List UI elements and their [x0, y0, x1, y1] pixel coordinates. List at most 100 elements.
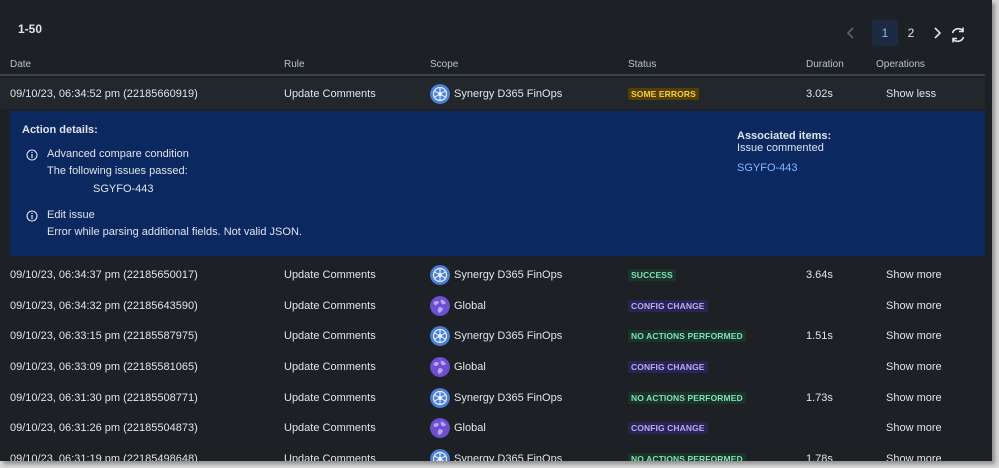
show-more-button[interactable]: Show more	[886, 443, 942, 462]
info-icon	[26, 149, 38, 161]
table-row[interactable]: 09/10/23, 06:33:15 pm (22185587975) Updat…	[0, 320, 985, 351]
row-scope: Synergy D365 FinOps	[430, 259, 562, 290]
status-badge: NO ACTIONS PERFORMED	[628, 329, 746, 342]
row-status: SUCCESS	[628, 259, 676, 290]
column-rule[interactable]: Rule	[284, 59, 305, 70]
refresh-button[interactable]	[949, 26, 967, 44]
next-page-button[interactable]	[924, 20, 950, 46]
action-details-panel: Action details: Advanced compare conditi…	[10, 111, 985, 256]
action-item-compare-title: Advanced compare condition	[47, 148, 189, 160]
row-rule: Update Comments	[284, 87, 376, 100]
row-scope-label: Synergy D365 FinOps	[454, 87, 563, 100]
row-status: CONFIG CHANGE	[628, 290, 708, 321]
row-date: 09/10/23, 06:33:09 pm (22185581065)	[10, 360, 198, 373]
row-scope: Synergy D365 FinOps	[430, 320, 562, 351]
project-icon	[430, 325, 450, 346]
row-scope-label: Global	[454, 299, 486, 312]
previous-page-button[interactable]	[840, 20, 862, 46]
result-range-label: 1-50	[18, 22, 43, 36]
row-status: NO ACTIONS PERFORMED	[628, 320, 746, 351]
table-header: Date Rule Scope Status Duration Operatio…	[0, 56, 985, 76]
globe-icon	[430, 356, 450, 377]
row-date: 09/10/23, 06:34:32 pm (22185643590)	[10, 299, 198, 312]
row-scope: Global	[430, 351, 486, 382]
show-more-button[interactable]: Show more	[886, 382, 942, 413]
row-date: 09/10/23, 06:31:30 pm (22185508771)	[10, 391, 198, 404]
row-duration: 1.73s	[806, 391, 833, 404]
row-scope-label: Global	[454, 360, 486, 373]
row-duration: 1.51s	[806, 329, 833, 342]
associated-items-title: Associated items:	[737, 130, 832, 142]
row-duration: 1.78s	[806, 452, 833, 462]
table-row[interactable]: 09/10/23, 06:34:32 pm (22185643590) Updat…	[0, 290, 985, 321]
page-2-button[interactable]: 2	[898, 20, 924, 46]
status-badge: CONFIG CHANGE	[628, 421, 708, 434]
show-less-button[interactable]: Show less	[886, 78, 936, 109]
column-date[interactable]: Date	[10, 59, 31, 70]
column-duration[interactable]: Duration	[806, 59, 844, 70]
action-item-edit-error: Error while parsing additional fields. N…	[47, 226, 302, 238]
row-rule: Update Comments	[284, 452, 376, 462]
table-row-expanded[interactable]: 09/10/23, 06:34:52 pm (22185660919) Upda…	[0, 78, 985, 109]
table-row[interactable]: 09/10/23, 06:31:30 pm (22185508771) Updat…	[0, 382, 985, 413]
row-date: 09/10/23, 06:31:19 pm (22185498648)	[10, 452, 198, 462]
show-more-button[interactable]: Show more	[886, 290, 942, 321]
project-icon	[430, 387, 450, 408]
project-icon	[430, 83, 450, 104]
row-scope: Synergy D365 FinOps	[430, 443, 562, 461]
row-status: NO ACTIONS PERFORMED	[628, 382, 746, 413]
row-rule: Update Comments	[284, 391, 376, 404]
row-scope: Global	[430, 290, 486, 321]
associated-items-text: Issue commented	[737, 142, 824, 154]
table-row[interactable]: 09/10/23, 06:33:09 pm (22185581065) Updat…	[0, 351, 985, 382]
chevron-right-icon	[934, 27, 942, 39]
action-item-edit-title: Edit issue	[47, 209, 95, 221]
table-row[interactable]: 09/10/23, 06:31:26 pm (22185504873) Updat…	[0, 412, 985, 443]
column-operations: Operations	[876, 59, 925, 70]
show-more-button[interactable]: Show more	[886, 351, 942, 382]
info-icon	[26, 210, 38, 222]
row-scope-label: Synergy D365 FinOps	[454, 329, 563, 342]
row-rule: Update Comments	[284, 299, 376, 312]
row-scope-label: Synergy D365 FinOps	[454, 452, 563, 462]
action-item-compare-text: The following issues passed:	[47, 165, 188, 177]
row-duration: 3.64s	[806, 268, 833, 281]
status-badge: CONFIG CHANGE	[628, 299, 708, 312]
row-rule: Update Comments	[284, 329, 376, 342]
column-scope[interactable]: Scope	[430, 59, 458, 70]
table-row[interactable]: 09/10/23, 06:34:37 pm (22185650017) Updat…	[0, 259, 985, 290]
row-date: 09/10/23, 06:33:15 pm (22185587975)	[10, 329, 198, 342]
action-details-title: Action details:	[22, 124, 98, 136]
row-scope: Synergy D365 FinOps	[430, 78, 562, 109]
row-duration: 3.02s	[806, 87, 833, 100]
row-scope: Synergy D365 FinOps	[430, 382, 562, 413]
page-1-button[interactable]: 1	[872, 20, 898, 46]
row-date: 09/10/23, 06:34:52 pm (22185660919)	[10, 87, 198, 100]
row-scope-label: Global	[454, 421, 486, 434]
globe-icon	[430, 417, 450, 438]
status-badge: SOME ERRORS	[628, 87, 699, 100]
row-scope-label: Synergy D365 FinOps	[454, 391, 563, 404]
project-icon	[430, 448, 450, 461]
row-status: CONFIG CHANGE	[628, 412, 708, 443]
associated-issue-link[interactable]: SGYFO-443	[737, 162, 798, 174]
row-date: 09/10/23, 06:31:26 pm (22185504873)	[10, 421, 198, 434]
show-more-button[interactable]: Show more	[886, 320, 942, 351]
row-status: CONFIG CHANGE	[628, 351, 708, 382]
status-badge: SUCCESS	[628, 268, 676, 281]
row-rule: Update Comments	[284, 268, 376, 281]
show-more-button[interactable]: Show more	[886, 259, 942, 290]
status-badge: CONFIG CHANGE	[628, 360, 708, 373]
row-rule: Update Comments	[284, 421, 376, 434]
project-icon	[430, 264, 450, 285]
passed-issue-key: SGYFO-443	[93, 183, 154, 195]
show-more-button[interactable]: Show more	[886, 412, 942, 443]
row-rule: Update Comments	[284, 360, 376, 373]
table-row[interactable]: 09/10/23, 06:31:19 pm (22185498648) Updat…	[0, 443, 985, 461]
automation-audit-log: 1-50 1 2 Date Rule Scope Status Duration…	[0, 0, 992, 461]
status-badge: NO ACTIONS PERFORMED	[628, 452, 746, 461]
column-status[interactable]: Status	[628, 59, 656, 70]
row-status: NO ACTIONS PERFORMED	[628, 443, 746, 461]
row-date: 09/10/23, 06:34:37 pm (22185650017)	[10, 268, 198, 281]
row-scope-label: Synergy D365 FinOps	[454, 268, 563, 281]
